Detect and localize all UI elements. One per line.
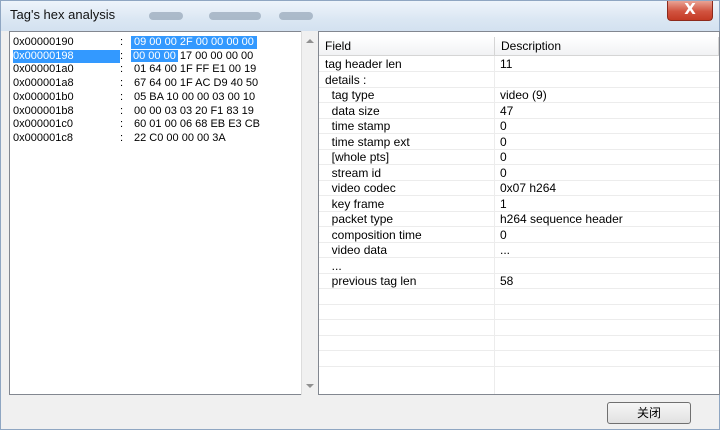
list-row-description: 11 — [500, 57, 513, 71]
field-list-view[interactable]: Field Description tag header len 11 detail… — [318, 31, 720, 395]
window-title: Tag's hex analysis — [10, 7, 116, 22]
hex-bytes: 67 64 00 1F AC D9 40 50 — [134, 77, 259, 90]
list-row-description: h264 sequence header — [500, 212, 623, 226]
list-row[interactable]: data size 47 — [319, 103, 719, 119]
list-row[interactable]: time stamp 0 — [319, 118, 719, 134]
scroll-up-arrow-icon[interactable] — [306, 39, 314, 43]
close-icon: X — [684, 0, 696, 18]
list-row-field: time stamp ext — [325, 134, 410, 149]
hex-address: 0x000001a8 — [13, 77, 74, 90]
list-row[interactable]: time stamp ext 0 — [319, 134, 719, 150]
list-row-field: previous tag len — [325, 274, 417, 288]
hex-bytes: 00 00 00 17 00 00 00 00 — [131, 49, 254, 63]
list-row-field: stream id — [325, 165, 382, 180]
list-row[interactable]: tag header len 11 — [319, 56, 719, 72]
list-row[interactable] — [319, 320, 719, 336]
list-row[interactable]: key frame 1 — [319, 196, 719, 212]
list-row[interactable]: tag type video (9) — [319, 87, 719, 103]
list-row[interactable] — [319, 335, 719, 351]
list-row-field: composition time — [325, 227, 422, 242]
hex-bytes-rest: 17 00 00 00 00 — [179, 49, 254, 62]
list-row-field: ... — [325, 258, 342, 273]
hex-analysis-window: Tag's hex analysis X 0x00000190:09 00 00… — [0, 0, 720, 430]
list-row-description: video (9) — [500, 88, 547, 102]
list-row[interactable]: ... — [319, 258, 719, 274]
list-row[interactable]: composition time 0 — [319, 227, 719, 243]
list-row[interactable]: video codec 0x07 h264 — [319, 180, 719, 196]
list-row-field: key frame — [325, 196, 385, 211]
blurred-title-text — [209, 12, 261, 20]
hex-bytes: 09 00 00 2F 00 00 00 00 — [131, 36, 257, 49]
list-row-field: packet type — [325, 212, 394, 226]
list-row-field: tag header len — [325, 57, 402, 71]
list-row-description: 0 — [500, 119, 507, 133]
hex-separator: : — [120, 90, 124, 103]
list-row-field: video data — [325, 243, 388, 257]
hex-dump-pane[interactable]: 0x00000190:09 00 00 2F 00 00 00 00 0x0000… — [9, 31, 302, 395]
list-row-description: 0 — [500, 134, 507, 149]
hex-address: 0x00000198 — [13, 49, 120, 63]
window-close-button[interactable]: X — [667, 0, 713, 21]
close-button[interactable]: 关闭 — [607, 402, 691, 424]
list-row-description: 0x07 h264 — [500, 181, 557, 195]
hex-separator: : — [120, 104, 124, 117]
list-row-field: data size — [325, 103, 380, 118]
hex-address: 0x000001b0 — [13, 90, 74, 103]
blurred-title-text — [149, 12, 183, 20]
column-header-field[interactable]: Field — [319, 37, 495, 55]
list-row-field: time stamp — [325, 119, 391, 133]
hex-bytes: 22 C0 00 00 00 3A — [134, 131, 226, 144]
hex-separator: : — [120, 118, 124, 131]
hex-bytes: 00 00 03 03 20 F1 83 19 — [134, 104, 254, 117]
blurred-title-text — [279, 12, 313, 20]
list-row[interactable] — [319, 304, 719, 320]
scroll-down-arrow-icon[interactable] — [306, 384, 314, 388]
title-bar[interactable]: Tag's hex analysis X — [1, 0, 719, 31]
list-row-description: 1 — [500, 196, 507, 211]
list-row-description: 0 — [500, 150, 507, 164]
list-row-description: ... — [500, 243, 511, 257]
hex-separator: : — [120, 63, 124, 76]
list-row-field: [whole pts] — [325, 150, 390, 164]
hex-bytes: 01 64 00 1F FF E1 00 19 — [134, 63, 257, 76]
hex-address: 0x00000190 — [13, 36, 74, 48]
list-row[interactable]: details : — [319, 72, 719, 88]
list-row[interactable]: stream id 0 — [319, 165, 719, 181]
hex-separator: : — [120, 77, 124, 90]
column-header-description[interactable]: Description — [495, 37, 719, 55]
list-row[interactable]: previous tag len 58 — [319, 273, 719, 289]
list-row[interactable]: packet type h264 sequence header — [319, 211, 719, 227]
hex-bytes-selected: 00 00 00 — [131, 49, 178, 62]
list-row[interactable]: [whole pts] 0 — [319, 149, 719, 165]
list-row-field: tag type — [325, 88, 375, 102]
hex-pane-scrollbar[interactable] — [301, 31, 318, 395]
list-header: Field Description — [319, 37, 719, 56]
list-row-description: 58 — [500, 274, 514, 288]
hex-bytes: 60 01 00 06 68 EB E3 CB — [134, 118, 260, 131]
list-row-field: details : — [325, 72, 367, 87]
hex-address: 0x000001b8 — [13, 104, 74, 117]
list-row[interactable]: video data... — [319, 242, 719, 258]
list-row-field: video codec — [325, 181, 396, 195]
list-row-description: 0 — [500, 165, 507, 180]
list-row-description: 0 — [500, 227, 507, 242]
hex-address: 0x000001c0 — [13, 118, 73, 131]
list-row[interactable] — [319, 289, 719, 305]
hex-separator: : — [120, 49, 124, 62]
hex-bytes: 05 BA 10 00 00 03 00 10 — [134, 90, 256, 103]
list-row-description: 47 — [500, 103, 514, 118]
hex-separator: : — [120, 36, 124, 48]
hex-address: 0x000001a0 — [13, 63, 74, 76]
list-row[interactable] — [319, 351, 719, 367]
hex-address: 0x000001c8 — [13, 131, 73, 144]
hex-separator: : — [120, 131, 124, 144]
